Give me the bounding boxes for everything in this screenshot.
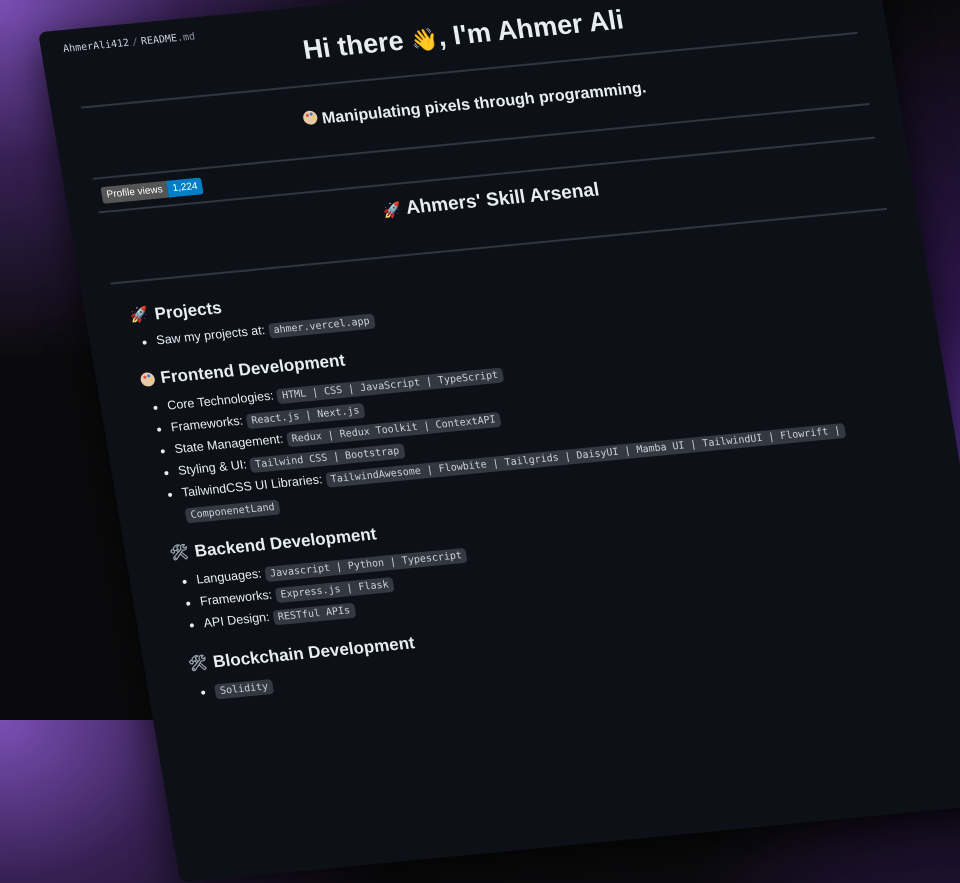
item-label: Styling & UI: <box>177 457 248 478</box>
readme-card: AhmerAli412/README.md Hi there 👋, I'm Ah… <box>38 0 960 883</box>
item-label: API Design: <box>202 609 271 631</box>
palette-icon <box>139 371 156 388</box>
breadcrumb-file[interactable]: README <box>140 33 178 47</box>
breadcrumb-separator: / <box>131 36 140 49</box>
blockchain-list: Solidity <box>191 675 275 704</box>
projects-heading: 🚀 Projects <box>129 298 224 327</box>
name-text: , I'm Ahmer Ali <box>435 4 626 52</box>
list-item: Solidity <box>213 675 275 702</box>
blockchain-heading: 🛠 Blockchain Development <box>187 633 416 675</box>
tools-icon: 🛠 <box>168 543 191 563</box>
rocket-icon: 🚀 <box>381 201 404 221</box>
rocket-icon: 🚀 <box>128 306 151 325</box>
project-link-code[interactable]: ahmer.vercel.app <box>267 313 376 339</box>
blockchain-title: Blockchain Development <box>211 633 417 672</box>
item-label: Frameworks: <box>169 413 245 435</box>
badge-value: 1,224 <box>166 177 204 198</box>
item-label: Languages: <box>195 566 263 587</box>
item-code: RESTful APIs <box>271 602 357 626</box>
wave-icon: 👋 <box>409 26 441 54</box>
item-label: Saw my projects at: <box>155 323 267 348</box>
projects-title: Projects <box>153 298 224 324</box>
tagline-text: Manipulating pixels through programming. <box>320 79 648 128</box>
tools-icon: 🛠 <box>186 654 209 673</box>
arsenal-heading: 🚀 Ahmers' Skill Arsenal <box>71 150 911 252</box>
greeting-text: Hi there <box>300 25 406 65</box>
arsenal-title: Ahmers' Skill Arsenal <box>404 179 601 219</box>
item-label: Frameworks: <box>198 587 274 609</box>
profile-views-badge[interactable]: Profile views 1,224 <box>100 177 204 204</box>
breadcrumb-ext: .md <box>176 31 196 45</box>
palette-icon <box>302 110 319 126</box>
item-code: Solidity <box>213 678 275 700</box>
item-code: ComponenetLand <box>184 499 281 524</box>
badge-label: Profile views <box>100 180 170 204</box>
